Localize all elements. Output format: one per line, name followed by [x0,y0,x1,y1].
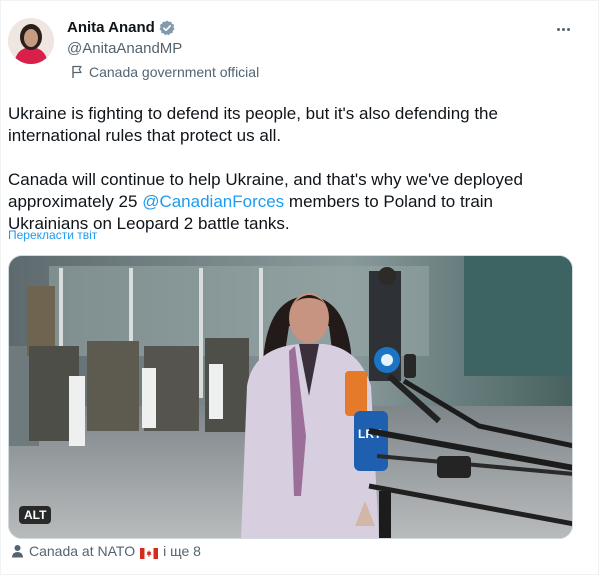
alt-text-badge[interactable]: ALT [19,506,52,524]
translate-link[interactable]: Перекласти твіт [8,228,97,242]
tweet-card: Anita Anand @AnitaAnandMP Canada governm… [0,0,599,575]
avatar[interactable] [8,18,54,64]
flag-icon [71,65,83,79]
person-icon [11,544,24,558]
canada-flag-icon [140,546,159,559]
author-name[interactable]: Anita Anand [67,19,155,36]
author-name-row: Anita Anand [67,19,175,36]
author-handle[interactable]: @AnitaAnandMP [67,40,182,57]
affiliation-label: Canada government official [71,64,259,80]
mention-link[interactable]: @CanadianForces [142,192,284,211]
affiliation-text: Canada government official [89,64,260,80]
more-options-icon[interactable] [552,19,574,39]
tweet-paragraph-1: Ukraine is fighting to defend its people… [8,104,498,145]
verified-badge-icon[interactable] [159,20,175,36]
tagged-more-count[interactable]: і ще 8 [163,543,201,559]
tweet-photo[interactable]: LRT [8,255,573,539]
tagged-people[interactable]: Canada at NATO і ще 8 [11,543,201,559]
tweet-text: Ukraine is fighting to defend its people… [8,103,578,235]
tweet-paragraph-2: Canada will continue to help Ukraine, an… [8,169,578,235]
tagged-account[interactable]: Canada at NATO [29,543,135,559]
